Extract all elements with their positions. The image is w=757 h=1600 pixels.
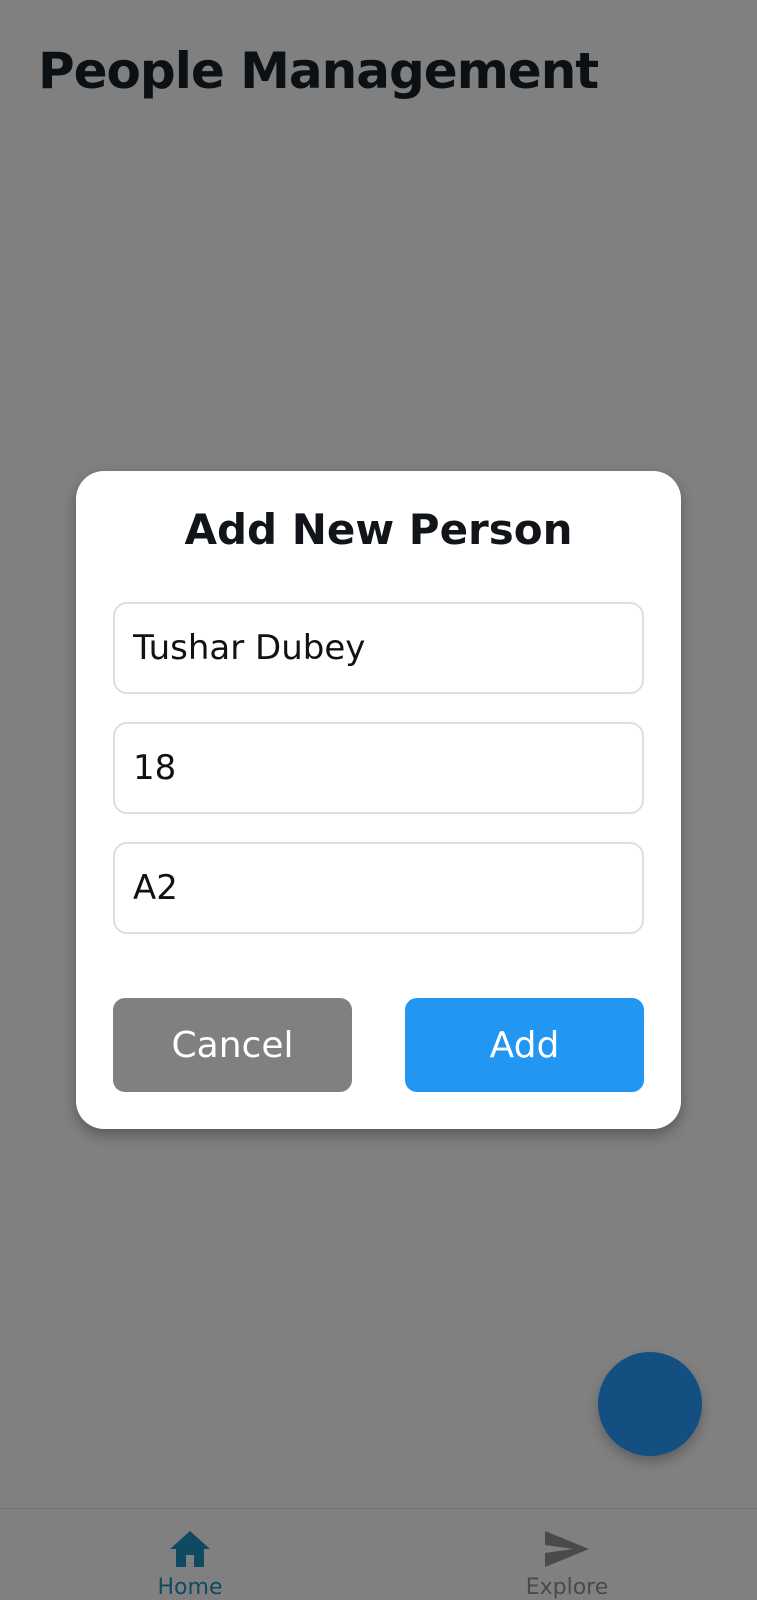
add-button[interactable]: Add — [405, 998, 644, 1092]
age-input[interactable] — [113, 722, 644, 814]
add-person-dialog: Add New Person Cancel Add — [76, 471, 681, 1129]
class-input[interactable] — [113, 842, 644, 934]
home-icon — [170, 1531, 210, 1567]
bottom-navigation: Home Explore — [0, 1508, 757, 1600]
add-person-fab[interactable] — [598, 1352, 702, 1456]
nav-label-explore: Explore — [525, 1575, 609, 1600]
cancel-button[interactable]: Cancel — [113, 998, 352, 1092]
name-input[interactable] — [113, 602, 644, 694]
nav-label-home: Home — [157, 1575, 223, 1600]
nav-item-explore[interactable]: Explore — [467, 1509, 667, 1600]
page-title: People Management — [38, 42, 599, 100]
dialog-title: Add New Person — [184, 505, 573, 554]
nav-item-home[interactable]: Home — [90, 1509, 290, 1600]
send-icon — [545, 1531, 589, 1567]
